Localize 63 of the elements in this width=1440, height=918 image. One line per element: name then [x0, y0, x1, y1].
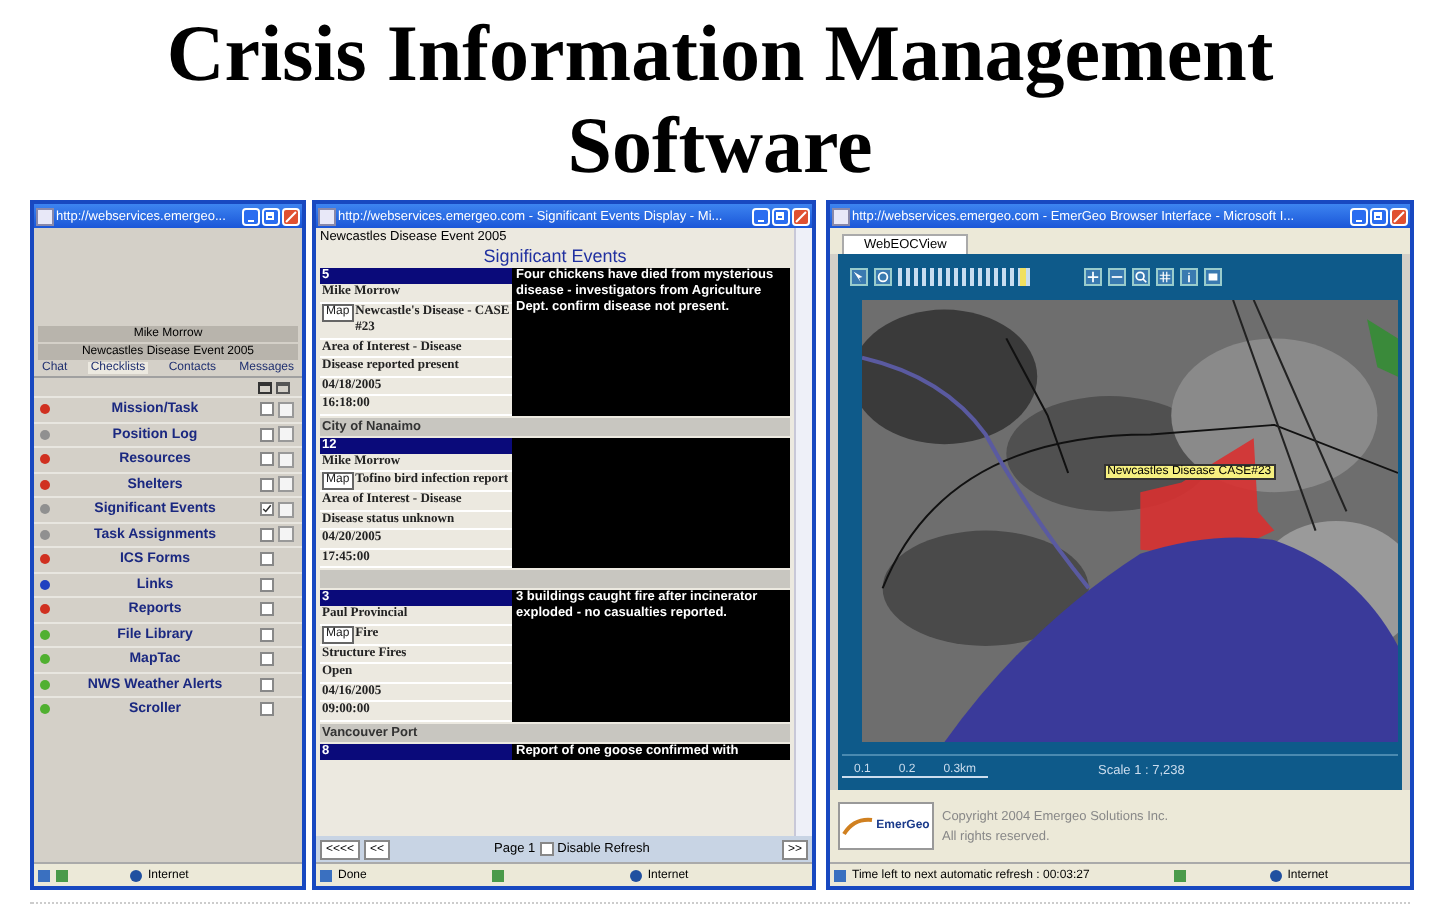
zoom-out-button[interactable] [1108, 267, 1126, 285]
square-icon [1206, 269, 1220, 283]
zoom-tool-button[interactable] [874, 267, 892, 285]
page-icon [38, 869, 50, 881]
checkbox[interactable] [260, 402, 274, 417]
checkbox[interactable] [260, 627, 274, 642]
pointer-tool-button[interactable] [850, 267, 868, 285]
checkbox[interactable] [260, 427, 274, 442]
globe-icon [629, 869, 642, 881]
popup-box[interactable] [278, 451, 294, 468]
close-button[interactable] [1390, 207, 1408, 225]
popup-box[interactable] [278, 476, 294, 493]
popup-box[interactable] [278, 426, 294, 443]
page-title: Crisis Information Management Software [164, 8, 1276, 194]
checkbox[interactable] [260, 702, 274, 717]
minimize-button[interactable] [242, 207, 260, 225]
page-icon [834, 869, 846, 881]
maximize-button[interactable] [1370, 207, 1388, 225]
grid-icon [1158, 269, 1172, 283]
minimize-button[interactable] [752, 207, 770, 225]
popup-box[interactable] [278, 526, 294, 543]
globe-icon [1269, 869, 1282, 881]
swoosh-icon [842, 816, 875, 836]
circle-icon [876, 269, 890, 283]
minimize-button[interactable] [1350, 207, 1368, 225]
checkbox[interactable] [539, 842, 554, 856]
checkbox[interactable] [260, 502, 274, 517]
zone-icon [56, 869, 68, 881]
maximize-button[interactable] [262, 207, 280, 225]
zoom-slider-thumb[interactable] [1020, 267, 1027, 285]
page-icon [318, 207, 336, 225]
maximize-button[interactable] [772, 207, 790, 225]
info-icon [1182, 269, 1196, 283]
popup-box[interactable] [278, 401, 294, 418]
plus-icon [1086, 269, 1100, 283]
aerial-map-drawing[interactable] [862, 300, 1398, 742]
page-icon [320, 869, 332, 881]
checkbox[interactable] [260, 527, 274, 542]
page-icon [36, 207, 54, 225]
globe-icon [130, 869, 142, 881]
grid-tool-button[interactable] [1156, 267, 1174, 285]
checkbox[interactable] [260, 552, 274, 567]
popup-window-icon [276, 382, 290, 394]
info-button[interactable] [1180, 267, 1198, 285]
checkbox[interactable] [260, 452, 274, 467]
page-icon [832, 207, 850, 225]
page-heading: Significant Events [481, 246, 629, 268]
scrollbar[interactable] [794, 228, 812, 836]
checkbox[interactable] [260, 602, 274, 617]
checkbox[interactable] [260, 677, 274, 692]
zone-icon [1173, 869, 1186, 881]
close-button[interactable] [792, 207, 810, 225]
checkbox[interactable] [260, 477, 274, 492]
window-icon [258, 382, 272, 394]
arrow-pointer-icon [852, 269, 866, 283]
zoom-in-button[interactable] [1084, 267, 1102, 285]
search-icon [1134, 269, 1148, 283]
checkbox[interactable] [260, 577, 274, 592]
zone-icon [492, 869, 505, 881]
search-button[interactable] [1132, 267, 1150, 285]
checkbox[interactable] [260, 652, 274, 667]
close-button[interactable] [282, 207, 300, 225]
eraser-button[interactable] [1204, 267, 1222, 285]
